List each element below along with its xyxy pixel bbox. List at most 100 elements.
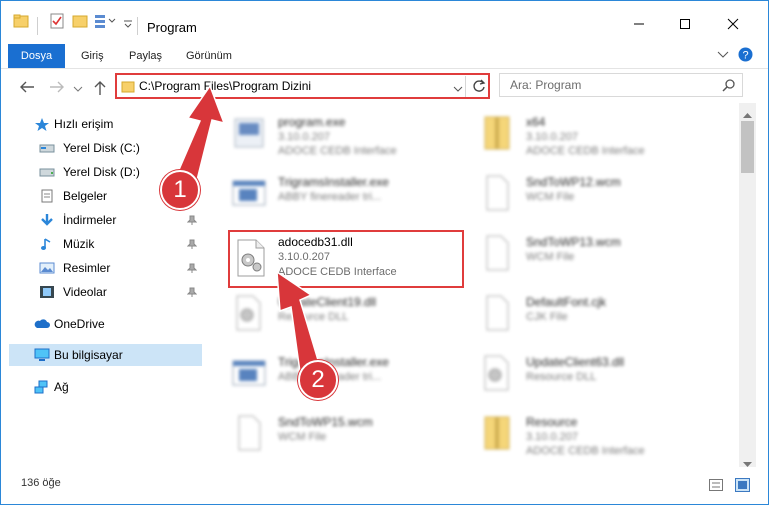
vertical-scrollbar[interactable]	[739, 103, 756, 467]
file-name: x64	[526, 115, 546, 129]
nav-item-music[interactable]: Müzik	[1, 233, 201, 255]
file-name: SndToWP12.wcm	[526, 175, 621, 189]
file-name: SndToWP13.wcm	[526, 235, 621, 249]
file-name: program.exe	[278, 115, 346, 129]
back-arrow-icon[interactable]	[19, 80, 35, 97]
nav-item-onedrive[interactable]: OneDrive	[1, 313, 201, 335]
scroll-thumb[interactable]	[741, 121, 754, 173]
forward-arrow-icon[interactable]	[49, 80, 65, 97]
folder-icon	[121, 79, 135, 96]
download-icon	[39, 213, 55, 227]
exe-icon	[231, 113, 267, 153]
maximize-button[interactable]	[663, 9, 707, 39]
tab-share[interactable]: Paylaş	[129, 50, 162, 62]
app-window-icon	[231, 173, 267, 213]
explorer-window: Program Dosya Giriş Paylaş Görünüm ? C:\…	[0, 0, 769, 505]
refresh-icon[interactable]	[471, 78, 487, 97]
file-description: ADOCE CEDB Interface	[526, 145, 645, 157]
dll-gear-icon	[231, 293, 267, 333]
file-version: 3.10.0.207	[526, 431, 578, 443]
archive-icon	[479, 413, 515, 453]
nav-item-downloads[interactable]: İndirmeler	[1, 209, 201, 231]
nav-item-label: İndirmeler	[63, 213, 117, 227]
file-item[interactable]: program.exe 3.10.0.207 ADOCE CEDB Interf…	[231, 109, 471, 163]
pin-icon[interactable]	[186, 262, 198, 276]
pin-icon[interactable]	[186, 238, 198, 252]
file-item[interactable]: x64 3.10.0.207 ADOCE CEDB Interface	[479, 109, 719, 163]
folder-icon[interactable]	[13, 13, 29, 31]
search-input[interactable]: Ara: Program	[499, 73, 743, 97]
nav-item-quick-access[interactable]: Hızlı erişim	[1, 113, 201, 135]
divider	[37, 17, 38, 35]
address-path[interactable]: C:\Program Files\Program Dizini	[139, 79, 311, 93]
tab-file[interactable]: Dosya	[8, 44, 65, 68]
customize-toolbar-icon[interactable]	[123, 13, 133, 31]
expand-ribbon-icon[interactable]	[717, 49, 729, 63]
nav-item-network[interactable]: Ağ	[1, 376, 201, 398]
file-type: WCM File	[526, 191, 575, 203]
file-item[interactable]: DefaultFont.cjk CJK File	[479, 289, 719, 343]
nav-item-label: Yerel Disk (D:)	[63, 165, 140, 179]
app-window-icon	[231, 353, 267, 393]
file-item[interactable]: Resource 3.10.0.207 ADOCE CEDB Interface	[479, 409, 719, 463]
document-icon	[39, 189, 55, 203]
large-icons-view-icon[interactable]	[735, 478, 750, 495]
nav-item-label: Resimler	[63, 261, 111, 275]
new-folder-icon[interactable]	[72, 13, 88, 31]
nav-item-label: Hızlı erişim	[54, 117, 114, 131]
nav-item-label: Müzik	[63, 237, 95, 251]
file-item[interactable]: SndToWP13.wcm WCM File	[479, 229, 719, 283]
dll-gear-icon	[479, 353, 515, 393]
tab-view[interactable]: Görünüm	[186, 50, 232, 62]
nav-item-pictures[interactable]: Resimler	[1, 257, 201, 279]
close-button[interactable]	[711, 9, 755, 39]
file-name: DefaultFont.cjk	[526, 295, 607, 309]
nav-item-label: Yerel Disk (C:)	[63, 141, 140, 155]
pin-icon[interactable]	[186, 214, 198, 228]
view-options-icon[interactable]	[94, 13, 118, 31]
callout-badge-1: 1	[160, 170, 200, 210]
nav-item-label: Belgeler	[63, 189, 108, 203]
file-name: UpdateClient63.dll	[526, 355, 625, 369]
file-icon	[231, 413, 267, 453]
file-item[interactable]: TrigramsInstaller.exe ABBY finereader tr…	[231, 169, 471, 223]
star-icon	[34, 117, 50, 131]
file-type: Resource DLL	[526, 371, 597, 383]
file-item[interactable]: UpdateClient19.dll Resource DLL	[231, 289, 471, 343]
dll-gear-icon	[234, 238, 270, 281]
help-icon[interactable]: ?	[738, 47, 753, 65]
chevron-down-icon[interactable]	[453, 82, 463, 96]
svg-text:?: ?	[742, 50, 748, 62]
callout-badge-2: 2	[298, 360, 338, 400]
divider	[465, 76, 466, 97]
navigation-pane: Hızlı erişim Yerel Disk (C:) Yerel Disk …	[1, 103, 211, 463]
address-bar[interactable]: C:\Program Files\Program Dizini	[115, 73, 490, 99]
nav-item-local-disk-c[interactable]: Yerel Disk (C:)	[1, 137, 201, 159]
ribbon-bar	[1, 41, 768, 69]
details-view-icon[interactable]	[709, 479, 723, 494]
up-arrow-icon[interactable]	[93, 80, 107, 99]
highlighted-file-item[interactable]: adocedb31.dll 3.10.0.207 ADOCE CEDB Inte…	[228, 230, 464, 288]
file-item[interactable]: SndToWP15.wcm WCM File	[231, 409, 471, 463]
title-bar: Program	[1, 1, 768, 41]
nav-item-this-pc[interactable]: Bu bilgisayar	[9, 344, 202, 366]
file-name: Resource	[526, 415, 578, 429]
scroll-up-icon[interactable]	[743, 107, 752, 121]
nav-item-label: Videolar	[63, 285, 107, 299]
search-icon[interactable]	[722, 78, 736, 95]
tab-home[interactable]: Giriş	[81, 50, 104, 62]
file-type: CJK File	[526, 311, 568, 323]
nav-item-label: OneDrive	[54, 317, 105, 331]
pictures-icon	[39, 261, 55, 275]
minimize-button[interactable]	[617, 9, 661, 39]
computer-icon	[34, 348, 50, 362]
file-item[interactable]: TrigramsInstaller.exe ABBY finereader tr…	[231, 349, 471, 403]
video-icon	[39, 285, 55, 299]
file-item[interactable]: UpdateClient63.dll Resource DLL	[479, 349, 719, 403]
file-name: UpdateClient19.dll	[278, 295, 377, 309]
file-item[interactable]: SndToWP12.wcm WCM File	[479, 169, 719, 223]
recent-locations-icon[interactable]	[73, 82, 83, 96]
pin-icon[interactable]	[186, 286, 198, 300]
properties-icon[interactable]	[49, 13, 65, 31]
nav-item-videos[interactable]: Videolar	[1, 281, 201, 303]
